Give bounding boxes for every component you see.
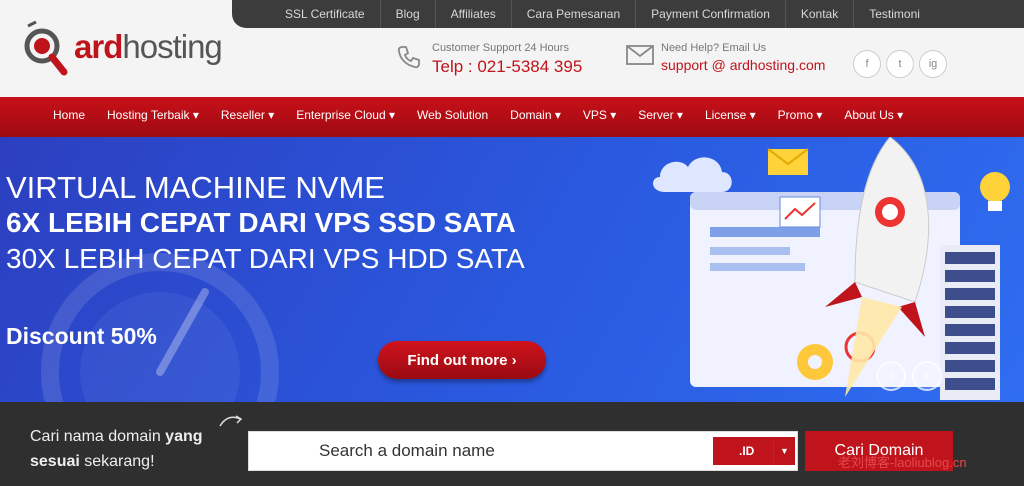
hero-line-3: 30X LEBIH CEPAT DARI VPS HDD SATA — [6, 243, 525, 274]
instagram-icon[interactable]: ig — [919, 50, 947, 78]
topbar-link-testimoni[interactable]: Testimoni — [854, 0, 935, 28]
support-phone[interactable]: Telp : 021-5384 395 — [432, 57, 582, 77]
watermark-text: 老刘博客-laoliublog.cn — [838, 455, 967, 470]
facebook-icon[interactable]: f — [853, 50, 881, 78]
topbar-link-blog[interactable]: Blog — [381, 0, 436, 28]
nav-item-enterprise-cloud[interactable]: Enterprise Cloud ▾ — [285, 97, 406, 137]
slider-prev-button[interactable]: ‹ — [876, 361, 906, 391]
nav-item-license[interactable]: License ▾ — [694, 97, 767, 137]
hero-banner: VIRTUAL MACHINE NVME 6X LEBIH CEPAT DARI… — [0, 137, 1024, 402]
email-icon — [626, 45, 654, 65]
domain-search-box: .ID ▼ — [248, 431, 798, 471]
hero-line-1: VIRTUAL MACHINE NVME — [6, 170, 385, 205]
hero-discount: Discount 50% — [6, 323, 157, 349]
nav-item-domain[interactable]: Domain ▾ — [499, 97, 572, 137]
email-info: Need Help? Email Us support @ ardhosting… — [661, 42, 825, 73]
find-out-more-button[interactable]: Find out more › — [378, 341, 546, 379]
nav-item-hosting[interactable]: Hosting Terbaik ▾ — [96, 97, 210, 137]
ardhosting-logo[interactable]: ardhosting — [18, 20, 248, 80]
nav-item-reseller[interactable]: Reseller ▾ — [210, 97, 285, 137]
domain-search-section: Cari nama domain yang sesuai sekarang! .… — [0, 402, 1024, 486]
topbar-link-cara-pemesanan[interactable]: Cara Pemesanan — [512, 0, 637, 28]
nav-item-home[interactable]: Home — [42, 97, 96, 137]
logo-text: ardhosting — [74, 28, 223, 65]
topbar-link-payment[interactable]: Payment Confirmation — [636, 0, 786, 28]
topbar-link-kontak[interactable]: Kontak — [786, 0, 855, 28]
nav-item-about-us[interactable]: About Us ▾ — [833, 97, 914, 137]
slider-next-button[interactable]: › — [912, 361, 942, 391]
magnifier-logo-icon — [24, 20, 68, 76]
nav-item-promo[interactable]: Promo ▾ — [767, 97, 834, 137]
nav-item-vps[interactable]: VPS ▾ — [572, 97, 627, 137]
topbar-link-affiliates[interactable]: Affiliates — [436, 0, 512, 28]
chevron-down-icon: ▼ — [773, 437, 795, 465]
domain-search-prompt: Cari nama domain yang sesuai sekarang! — [30, 428, 203, 470]
tld-select[interactable]: .ID ▼ — [713, 437, 795, 465]
twitter-icon[interactable]: t — [886, 50, 914, 78]
main-nav: Home Hosting Terbaik ▾ Reseller ▾ Enterp… — [0, 97, 1024, 137]
topbar-link-ssl[interactable]: SSL Certificate — [270, 0, 381, 28]
tld-selected-value: .ID — [739, 444, 755, 458]
phone-icon — [397, 46, 420, 69]
domain-search-input[interactable] — [249, 432, 714, 470]
rocket-server-illustration-icon — [653, 137, 1010, 400]
email-address[interactable]: support @ ardhosting.com — [661, 57, 825, 73]
support-label: Customer Support 24 Hours — [432, 42, 569, 54]
support-info: Customer Support 24 Hours Telp : 021-538… — [432, 42, 582, 77]
top-links-bar: SSL Certificate Blog Affiliates Cara Pem… — [232, 0, 1024, 28]
hero-line-2: 6X LEBIH CEPAT DARI VPS SSD SATA — [6, 207, 516, 238]
email-label: Need Help? Email Us — [661, 42, 767, 54]
curved-arrow-icon — [219, 415, 243, 427]
nav-item-web-solution[interactable]: Web Solution — [406, 97, 499, 137]
nav-item-server[interactable]: Server ▾ — [627, 97, 694, 137]
